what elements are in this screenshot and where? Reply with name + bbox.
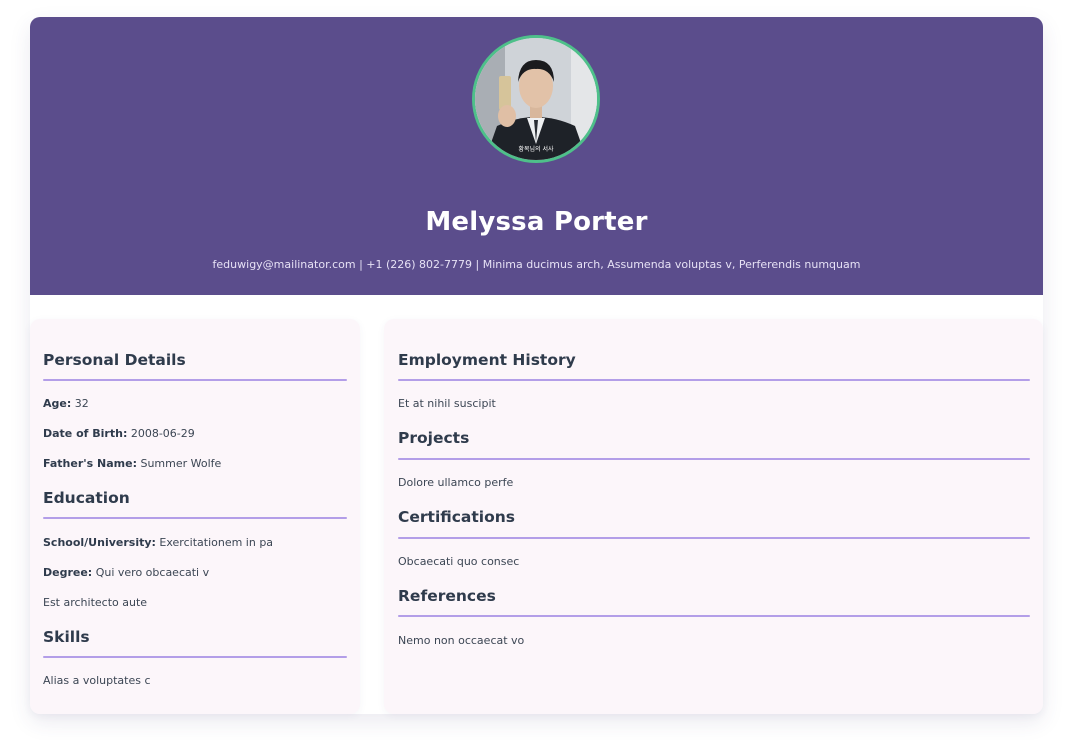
father-name-row: Father's Name: Summer Wolfe bbox=[43, 457, 221, 470]
contact-line: feduwigy@mailinator.com | +1 (226) 802-7… bbox=[212, 258, 861, 271]
right-panel: Employment History Et at nihil suscipit … bbox=[384, 319, 1043, 714]
section-divider bbox=[43, 656, 347, 658]
section-divider bbox=[43, 379, 347, 381]
dob-label: Date of Birth: bbox=[43, 427, 128, 440]
degree-label: Degree: bbox=[43, 566, 93, 579]
section-divider bbox=[398, 537, 1030, 539]
section-divider bbox=[398, 615, 1030, 617]
section-title-references: References bbox=[398, 587, 496, 605]
section-title-certifications: Certifications bbox=[398, 508, 516, 526]
school-label: School/University: bbox=[43, 536, 156, 549]
age-value: 32 bbox=[74, 397, 89, 410]
projects-text: Dolore ullamco perfe bbox=[398, 476, 514, 489]
school-value: Exercitationem in pa bbox=[159, 536, 274, 549]
left-panel: Personal Details Age: 32 Date of Birth: … bbox=[30, 319, 360, 714]
profile-photo-image: 황복님의 서사 bbox=[475, 38, 597, 160]
age-row: Age: 32 bbox=[43, 397, 89, 410]
section-title-skills: Skills bbox=[43, 628, 90, 646]
education-note: Est architecto aute bbox=[43, 596, 148, 609]
degree-row: Degree: Qui vero obcaecati v bbox=[43, 566, 209, 579]
references-text: Nemo non occaecat vo bbox=[398, 634, 525, 647]
father-name-label: Father's Name: bbox=[43, 457, 137, 470]
section-title-projects: Projects bbox=[398, 429, 470, 447]
age-label: Age: bbox=[43, 397, 72, 410]
dob-row: Date of Birth: 2008-06-29 bbox=[43, 427, 195, 440]
resume-card: 황복님의 서사 Melyssa Porter feduwigy@mailinat… bbox=[30, 17, 1043, 714]
section-divider bbox=[398, 458, 1030, 460]
skills-text: Alias a voluptates c bbox=[43, 674, 151, 687]
section-title-personal-details: Personal Details bbox=[43, 351, 186, 369]
father-name-value: Summer Wolfe bbox=[140, 457, 222, 470]
dob-value: 2008-06-29 bbox=[130, 427, 195, 440]
section-divider bbox=[43, 517, 347, 519]
degree-value: Qui vero obcaecati v bbox=[95, 566, 210, 579]
section-title-employment-history: Employment History bbox=[398, 351, 576, 369]
resume-header: 황복님의 서사 Melyssa Porter feduwigy@mailinat… bbox=[30, 17, 1043, 295]
profile-name: Melyssa Porter bbox=[425, 207, 648, 237]
section-divider bbox=[398, 379, 1030, 381]
school-row: School/University: Exercitationem in pa bbox=[43, 536, 273, 549]
certifications-text: Obcaecati quo consec bbox=[398, 555, 520, 568]
employment-text: Et at nihil suscipit bbox=[398, 397, 496, 410]
photo-caption: 황복님의 서사 bbox=[518, 145, 554, 153]
profile-photo: 황복님의 서사 bbox=[472, 35, 600, 163]
section-title-education: Education bbox=[43, 489, 130, 507]
